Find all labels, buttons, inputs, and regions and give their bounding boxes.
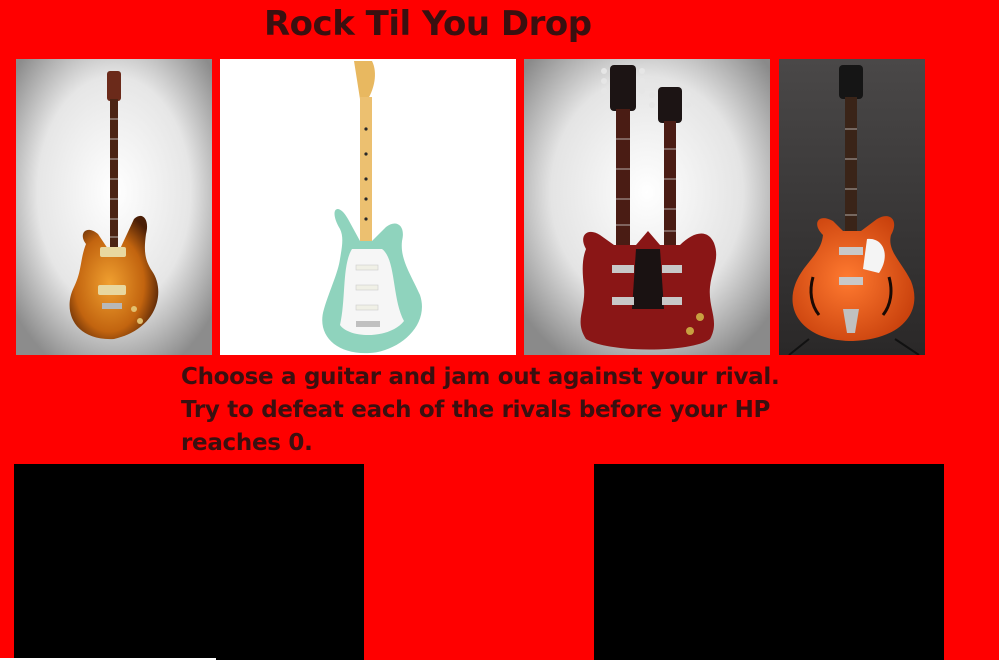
guitar-option-hollow-body[interactable]	[779, 59, 925, 355]
orange-hollow-body-guitar-icon	[779, 59, 925, 355]
game-instructions: Choose a guitar and jam out against your…	[181, 361, 791, 460]
game-stage: Rock Til You Drop Choose a guitar and ja…	[0, 0, 999, 660]
rival-panel	[594, 464, 944, 660]
instructions-line-2: Try to defeat each of the rivals before …	[181, 397, 771, 456]
red-double-neck-guitar-icon	[524, 59, 770, 355]
guitar-option-double-neck[interactable]	[524, 59, 770, 355]
guitar-option-sunburst[interactable]	[16, 59, 212, 355]
instructions-line-1: Choose a guitar and jam out against your…	[181, 364, 780, 390]
seafoam-green-stratocaster-icon	[220, 59, 516, 355]
player-panel	[14, 464, 364, 660]
sunburst-electric-guitar-icon	[16, 59, 212, 355]
guitar-option-seafoam-strat[interactable]	[220, 59, 516, 355]
game-title: Rock Til You Drop	[264, 4, 592, 44]
